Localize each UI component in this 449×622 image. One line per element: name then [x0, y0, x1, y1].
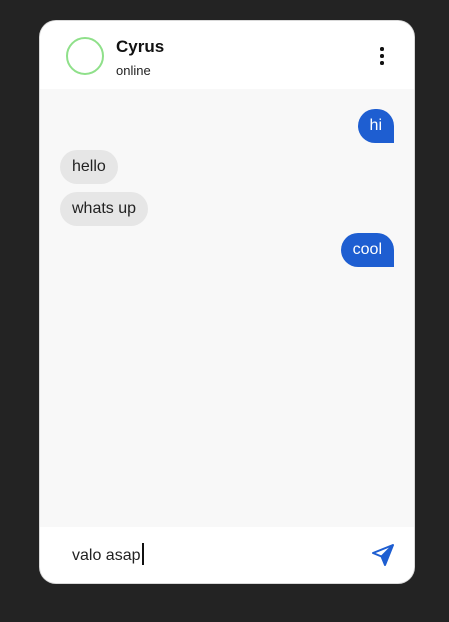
message-received: hello: [60, 150, 118, 184]
avatar[interactable]: [66, 37, 104, 75]
message-input[interactable]: valo asap: [72, 543, 144, 567]
message-received: whats up: [60, 192, 149, 226]
text-caret: [141, 543, 144, 565]
message-list: hi hello whats up cool: [40, 89, 414, 525]
message-sent: cool: [340, 233, 394, 267]
more-vertical-icon[interactable]: [378, 47, 386, 65]
message-composer: valo asap: [40, 527, 414, 583]
chat-header: Cyrus online: [40, 21, 414, 89]
send-icon[interactable]: [371, 543, 395, 567]
contact-name: Cyrus: [116, 37, 165, 56]
message-sent: hi: [357, 109, 394, 143]
contact-status: online: [116, 63, 151, 78]
message-input-value: valo asap: [72, 547, 141, 564]
chat-window: Cyrus online hi hello whats up cool valo…: [40, 21, 414, 583]
